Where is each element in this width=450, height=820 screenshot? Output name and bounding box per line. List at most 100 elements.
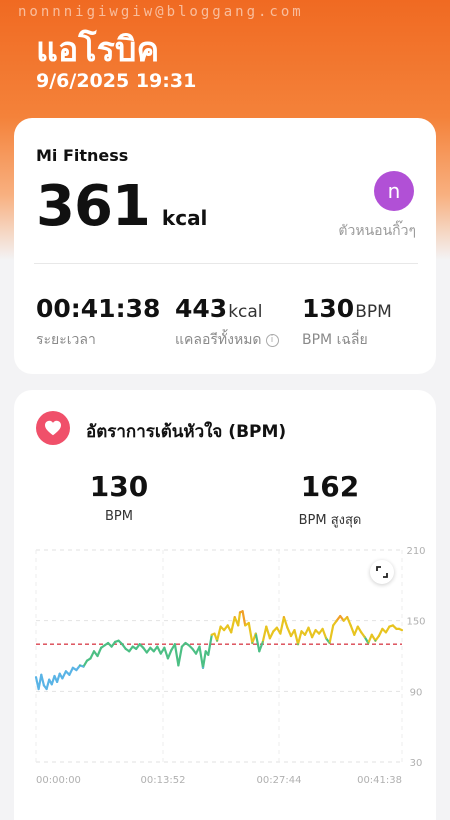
x-tick-label: 00:13:52: [141, 775, 186, 786]
heart-rate-point: [35, 676, 37, 679]
calories-row: 361 kcal: [36, 174, 207, 239]
heart-rate-line-segment: [247, 621, 254, 645]
heart-rate-point: [65, 670, 67, 673]
duration-value: 00:41:38: [36, 294, 161, 323]
heart-rate-point: [50, 683, 53, 686]
average-bpm-value-row: 130BPM: [302, 294, 392, 323]
x-tick-label: 00:41:38: [357, 775, 402, 786]
activity-title: แอโรบิค: [36, 30, 160, 70]
heart-rate-point: [279, 632, 282, 635]
heart-rate-point: [311, 636, 313, 639]
y-tick-label: 210: [406, 546, 425, 557]
heart-rate-point: [124, 648, 127, 650]
calories-value: 361: [36, 174, 151, 239]
duration-label: ระยะเวลา: [36, 329, 160, 351]
heart-rate-point: [56, 681, 58, 683]
heart-rate-point: [204, 650, 207, 653]
heart-rate-point: [89, 657, 92, 660]
total-calories-unit: kcal: [228, 302, 263, 322]
heart-rate-line-segment: [311, 629, 317, 639]
heart-rate-line-segment: [230, 616, 236, 634]
heart-rate-point: [241, 610, 244, 613]
heart-rate-point: [156, 645, 159, 648]
heart-rate-point: [195, 652, 197, 655]
heart-rate-card: อัตราการเต้นหัวใจ (BPM) 130 BPM 162 BPM …: [14, 390, 436, 820]
heart-rate-point: [37, 688, 40, 690]
heart-rate-line-segment: [258, 640, 264, 653]
heart-rate-point: [131, 645, 134, 648]
heart-rate-point: [191, 648, 194, 650]
heart-rate-point: [181, 645, 183, 648]
heart-rate-point: [107, 642, 109, 644]
heart-rate-point: [300, 630, 303, 633]
heart-rate-line-segment: [237, 611, 242, 627]
average-bpm-stat: 130BPM BPM เฉลี่ย: [302, 294, 392, 351]
heart-rate-point: [68, 673, 71, 676]
heart-rate-point: [290, 635, 292, 637]
heart-rate-point: [61, 677, 64, 680]
heart-rate-point: [86, 659, 88, 662]
heart-rate-point: [332, 624, 335, 627]
heart-rate-point: [307, 626, 310, 629]
heart-rate-point: [114, 641, 116, 643]
heart-rate-point: [75, 669, 78, 671]
heart-rate-point: [152, 650, 155, 653]
total-calories-value-row: 443kcal: [175, 294, 279, 323]
heart-rate-point: [145, 651, 148, 654]
heart-rate-point: [177, 664, 180, 667]
heart-rate-point: [167, 657, 169, 660]
heart-rate-line-segment: [163, 646, 169, 660]
total-calories-label: แคลอรีทั้งหมด i: [175, 329, 279, 351]
heart-rate-point: [342, 619, 345, 622]
avatar-letter: n: [387, 179, 401, 203]
duration-stat: 00:41:38 ระยะเวลา: [36, 294, 160, 351]
expand-icon: [376, 566, 388, 578]
heart-rate-point: [318, 632, 320, 635]
heart-rate-point: [325, 637, 327, 640]
heart-rate-point: [216, 639, 219, 642]
info-icon[interactable]: i: [265, 333, 279, 347]
heart-rate-point: [360, 631, 363, 634]
divider: [34, 263, 418, 264]
heart-rate-point: [58, 672, 61, 675]
heart-rate-point: [251, 642, 254, 644]
heart-rate-point: [304, 633, 306, 636]
heart-rate-point: [210, 633, 213, 636]
heart-rate-point: [135, 648, 138, 650]
heart-rate-point: [385, 631, 387, 634]
heart-rate-point: [395, 628, 398, 630]
heart-rate-point: [188, 644, 190, 647]
y-tick-label: 150: [406, 617, 425, 628]
average-bpm-value: 130: [302, 294, 355, 323]
x-tick-label: 00:00:00: [36, 775, 81, 786]
heart-rate-point: [370, 633, 373, 636]
heart-rate-point: [367, 642, 370, 644]
heart-rate-point: [93, 650, 95, 653]
heart-rate-line-segment: [68, 666, 75, 676]
heart-rate-point: [297, 643, 299, 646]
heart-rate-point: [223, 629, 226, 631]
heart-rate-point: [353, 633, 356, 636]
heart-rate-point: [79, 664, 81, 667]
heart-rate-point: [230, 631, 233, 634]
heart-rate-point: [247, 622, 250, 624]
average-bpm-unit: BPM: [355, 302, 392, 322]
heart-rate-line-segment: [254, 632, 261, 653]
heart-rate-point: [82, 665, 85, 668]
heart-rate-point: [128, 650, 131, 653]
heart-rate-point: [226, 624, 229, 627]
heart-rate-point: [149, 646, 152, 649]
heart-rate-point: [378, 635, 380, 637]
heart-rate-point: [198, 645, 201, 648]
heart-rate-point: [328, 642, 331, 644]
heart-rate-point: [110, 645, 113, 648]
user-nickname: ตัวหนอนกิ๊วๆ: [338, 223, 416, 239]
y-tick-label: 30: [410, 758, 423, 769]
total-calories-stat: 443kcal แคลอรีทั้งหมด i: [175, 294, 279, 351]
avatar[interactable]: n: [374, 171, 414, 211]
average-bpm-label-text: BPM เฉลี่ย: [302, 332, 368, 348]
expand-chart-button[interactable]: [370, 560, 394, 584]
heart-rate-line-segment: [296, 630, 303, 646]
watermark-text: nonnnigiwgiw@bloggang.com: [18, 4, 304, 20]
heart-rate-line-segment: [265, 625, 271, 640]
